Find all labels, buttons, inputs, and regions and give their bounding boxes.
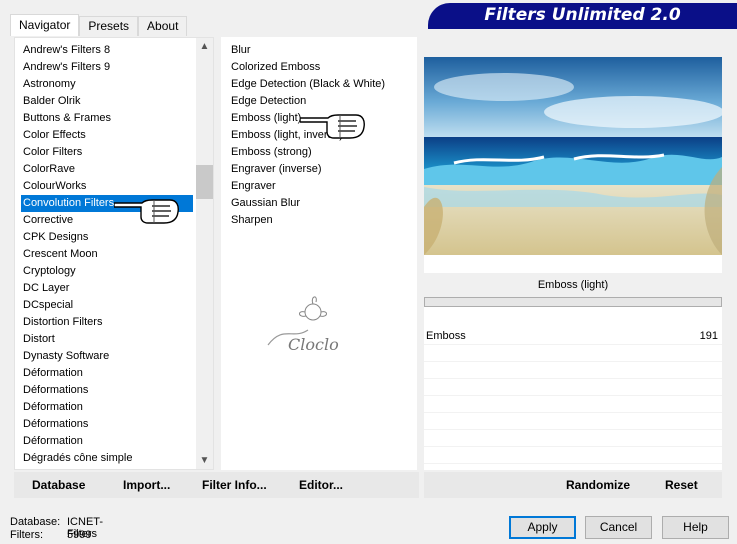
- category-item[interactable]: CPK Designs: [21, 229, 193, 246]
- tab-presets[interactable]: Presets: [79, 16, 139, 36]
- parameter-row-empty: [424, 447, 722, 464]
- category-item[interactable]: DC Layer: [21, 280, 193, 297]
- parameter-row-empty: [424, 345, 722, 362]
- parameter-slider-track[interactable]: [424, 297, 722, 307]
- apply-button[interactable]: Apply: [509, 516, 576, 539]
- filters-status: Filters: 5999: [10, 529, 91, 541]
- parameter-label: Emboss: [426, 330, 466, 342]
- category-item[interactable]: Andrew's Filters 9: [21, 59, 193, 76]
- watermark-text: Cloclo: [288, 335, 339, 354]
- category-item[interactable]: Déformations: [21, 382, 193, 399]
- parameter-value: 191: [699, 330, 718, 342]
- randomize-button[interactable]: Randomize: [566, 478, 630, 492]
- filters-status-value: 5999: [67, 529, 92, 541]
- filter-preview-image: [424, 57, 722, 255]
- filter-item[interactable]: Engraver: [229, 178, 412, 195]
- filters-status-label: Filters:: [10, 529, 43, 541]
- filter-item[interactable]: Blur: [229, 42, 412, 59]
- parameter-row-empty: [424, 379, 722, 396]
- bottom-toolbar-left: Database Import... Filter Info... Editor…: [14, 472, 419, 498]
- category-item[interactable]: Buttons & Frames: [21, 110, 193, 127]
- category-item[interactable]: Dégradés cône simple: [21, 450, 193, 467]
- category-item[interactable]: Déformation: [21, 433, 193, 450]
- tab-about[interactable]: About: [138, 16, 188, 36]
- parameter-row-empty: [424, 362, 722, 379]
- pointing-hand-icon: [114, 199, 179, 224]
- database-status: Database: ICNET-Filters: [10, 516, 103, 540]
- tab-strip: Navigator Presets About: [10, 14, 188, 36]
- filter-item[interactable]: Gaussian Blur: [229, 195, 412, 212]
- database-status-label: Database:: [10, 516, 61, 528]
- filter-item[interactable]: Emboss (strong): [229, 144, 412, 161]
- category-item[interactable]: ColourWorks: [21, 178, 193, 195]
- category-item[interactable]: Déformation: [21, 365, 193, 382]
- filter-info-button[interactable]: Filter Info...: [202, 478, 267, 492]
- filter-item[interactable]: Sharpen: [229, 212, 412, 229]
- parameter-row-empty: [424, 430, 722, 447]
- tab-navigator[interactable]: Navigator: [10, 14, 80, 36]
- reset-button[interactable]: Reset: [665, 478, 698, 492]
- category-scrollbar[interactable]: ▲ ▼: [196, 38, 213, 469]
- category-item[interactable]: Color Filters: [21, 144, 193, 161]
- scroll-up-arrow-icon[interactable]: ▲: [196, 38, 213, 55]
- filter-item[interactable]: Edge Detection: [229, 93, 412, 110]
- title-underline: [428, 27, 737, 29]
- editor-button[interactable]: Editor...: [299, 478, 343, 492]
- category-item[interactable]: Déformation: [21, 399, 193, 416]
- pointing-hand-icon: [300, 114, 365, 139]
- category-item[interactable]: Balder Olrik: [21, 93, 193, 110]
- parameter-row-empty: [424, 413, 722, 430]
- database-button[interactable]: Database: [32, 478, 85, 492]
- filter-item[interactable]: Colorized Emboss: [229, 59, 412, 76]
- filter-list[interactable]: Blur Colorized Emboss Edge Detection (Blac…: [221, 37, 417, 470]
- category-item[interactable]: Andrew's Filters 8: [21, 42, 193, 59]
- category-item[interactable]: Astronomy: [21, 76, 193, 93]
- filter-item[interactable]: Engraver (inverse): [229, 161, 412, 178]
- app-title-banner: Filters Unlimited 2.0: [428, 3, 737, 27]
- category-list[interactable]: Andrew's Filters 8 Andrew's Filters 9 Astr…: [14, 37, 214, 470]
- help-button[interactable]: Help: [662, 516, 729, 539]
- scroll-down-arrow-icon[interactable]: ▼: [196, 452, 213, 469]
- scroll-thumb[interactable]: [196, 165, 213, 199]
- cancel-button[interactable]: Cancel: [585, 516, 652, 539]
- category-item[interactable]: Color Effects: [21, 127, 193, 144]
- category-item[interactable]: Distortion Filters: [21, 314, 193, 331]
- category-item[interactable]: ColorRave: [21, 161, 193, 178]
- cloclo-watermark-logo: Cloclo: [267, 296, 339, 354]
- category-item[interactable]: Déformations: [21, 416, 193, 433]
- parameter-row-empty: [424, 396, 722, 413]
- parameter-row[interactable]: Emboss 191: [424, 328, 722, 345]
- category-item[interactable]: Cryptology: [21, 263, 193, 280]
- category-item[interactable]: DCspecial: [21, 297, 193, 314]
- current-filter-name: Emboss (light): [424, 273, 722, 297]
- category-item[interactable]: Crescent Moon: [21, 246, 193, 263]
- category-item[interactable]: Distort: [21, 331, 193, 348]
- bottom-toolbar-right: Randomize Reset: [424, 472, 722, 498]
- filter-item[interactable]: Edge Detection (Black & White): [229, 76, 412, 93]
- category-item[interactable]: Dynasty Software: [21, 348, 193, 365]
- import-button[interactable]: Import...: [123, 478, 170, 492]
